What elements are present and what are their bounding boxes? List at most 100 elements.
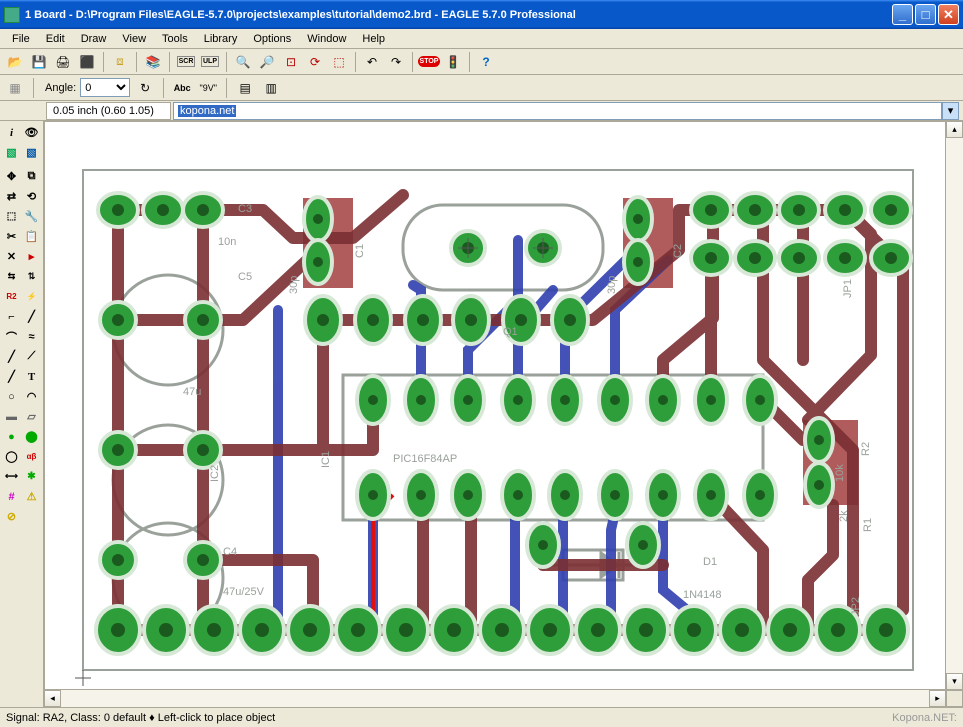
save-button[interactable]: 💾 [28, 51, 50, 73]
attribute-tool[interactable]: αβ [22, 447, 41, 466]
pcb-drawing: C3 10n C5 47u IC2 C4 47u/25V C1 30p 30p … [63, 150, 933, 690]
move-tool[interactable]: ✥ [2, 167, 21, 186]
ratsnest-tool[interactable]: ✱ [22, 467, 41, 486]
display-tool[interactable]: ▧ [2, 143, 21, 162]
wire-tool[interactable]: ╱ [2, 367, 21, 386]
errors-tool[interactable]: ⊘ [2, 507, 21, 526]
auto-tool[interactable]: # [2, 487, 21, 506]
scroll-left-button[interactable]: ◂ [44, 690, 61, 707]
signal-tool[interactable]: ⬤ [22, 427, 41, 446]
meander-tool[interactable]: ≈ [22, 327, 41, 346]
mirror-tool[interactable]: ⇄ [2, 187, 21, 206]
menu-help[interactable]: Help [354, 31, 393, 47]
print-button[interactable]: 🖨 [52, 51, 74, 73]
circle-tool[interactable]: ○ [2, 387, 21, 406]
undo-icon: ↶ [367, 55, 377, 69]
script-button[interactable]: SCR [175, 51, 197, 73]
menu-view[interactable]: View [114, 31, 154, 47]
arc-tool[interactable]: ◠ [22, 387, 41, 406]
show-tool[interactable]: 👁 [22, 123, 41, 142]
menu-draw[interactable]: Draw [73, 31, 115, 47]
ulp-button[interactable]: ULP [199, 51, 221, 73]
open-button[interactable]: 📂 [4, 51, 26, 73]
layout2-button[interactable]: ▥ [260, 77, 282, 99]
menu-edit[interactable]: Edit [38, 31, 73, 47]
split-tool[interactable]: ╱ [22, 307, 41, 326]
stop-button[interactable]: STOP [418, 51, 440, 73]
scroll-track[interactable] [61, 690, 929, 707]
close-button[interactable]: ✕ [938, 4, 959, 25]
text-button[interactable]: Abc [171, 77, 193, 99]
optimize-tool[interactable]: ⌒ [2, 327, 21, 346]
command-input[interactable]: kopona.net [173, 102, 942, 120]
pcb-canvas[interactable]: C3 10n C5 47u IC2 C4 47u/25V C1 30p 30p … [44, 121, 946, 690]
group-tool[interactable]: ⬚ [2, 207, 21, 226]
library-button[interactable]: 📚 [142, 51, 164, 73]
layout1-button[interactable]: ▤ [234, 77, 256, 99]
route-tool[interactable]: ╱ [2, 347, 21, 366]
vertical-scrollbar[interactable]: ▴ ▾ [946, 121, 963, 690]
ripup-icon: ⟋ [28, 350, 36, 363]
copy-tool[interactable]: ⧉ [22, 167, 41, 186]
menu-options[interactable]: Options [245, 31, 299, 47]
pinswap-tool[interactable]: ⇆ [2, 267, 21, 286]
text-tool[interactable]: T [22, 367, 41, 386]
layout2-icon: ▥ [266, 81, 277, 95]
ripup-tool[interactable]: ⟋ [22, 347, 41, 366]
menu-tools[interactable]: Tools [154, 31, 196, 47]
paste-tool[interactable]: 📋 [22, 227, 41, 246]
spin-button[interactable]: ↻ [134, 77, 156, 99]
scroll-track[interactable] [946, 138, 963, 673]
zoom-redraw-button[interactable]: ⟳ [304, 51, 326, 73]
menu-file[interactable]: File [4, 31, 38, 47]
cam-icon: ⬛ [80, 55, 95, 69]
zoom-in-button[interactable]: 🔍 [232, 51, 254, 73]
schematic-icon: ⧈ [116, 54, 124, 69]
minimize-button[interactable]: _ [892, 4, 913, 25]
zoom-out-button[interactable]: 🔎 [256, 51, 278, 73]
schematic-button[interactable]: ⧈ [109, 51, 131, 73]
info-tool[interactable]: i [2, 123, 21, 142]
redo-button[interactable]: ↷ [385, 51, 407, 73]
go-button[interactable]: 🚦 [442, 51, 464, 73]
watermark-text: Kopona.NET: [892, 712, 957, 724]
scroll-right-button[interactable]: ▸ [929, 690, 946, 707]
scroll-up-button[interactable]: ▴ [946, 121, 963, 138]
change-tool[interactable]: 🔧 [22, 207, 41, 226]
svg-text:D1: D1 [703, 556, 717, 568]
stop-icon: STOP [418, 56, 441, 67]
miter-tool[interactable]: ⌐ [2, 307, 21, 326]
horizontal-scrollbar[interactable]: ◂ ▸ [44, 690, 963, 707]
cam-button[interactable]: ⬛ [76, 51, 98, 73]
mark-tool[interactable]: ▧ [22, 143, 41, 162]
add-tool[interactable]: ▸ [22, 247, 41, 266]
command-dropdown[interactable]: ▾ [942, 102, 959, 120]
zoom-select-button[interactable]: ⬚ [328, 51, 350, 73]
scr-icon: SCR [177, 56, 196, 67]
polygon-tool[interactable]: ▱ [22, 407, 41, 426]
dimension-tool[interactable]: ⟷ [2, 467, 21, 486]
rotate-tool[interactable]: ⟲ [22, 187, 41, 206]
zoom-fit-button[interactable]: ⊡ [280, 51, 302, 73]
rect-tool[interactable]: ▬ [2, 407, 21, 426]
smash-tool[interactable]: ⚡ [22, 287, 41, 306]
angle-select[interactable]: 0 [80, 78, 130, 97]
value-button[interactable]: "9V" [197, 77, 219, 99]
menu-library[interactable]: Library [196, 31, 246, 47]
erc-tool[interactable]: ⚠ [22, 487, 41, 506]
hole-tool[interactable]: ◯ [2, 447, 21, 466]
grid-button[interactable]: ▦ [4, 77, 26, 99]
replace-tool[interactable]: ⇅ [22, 267, 41, 286]
undo-button[interactable]: ↶ [361, 51, 383, 73]
help-button[interactable]: ? [475, 51, 497, 73]
maximize-button[interactable]: □ [915, 4, 936, 25]
lock-tool[interactable]: R2 [2, 287, 21, 306]
via-tool[interactable]: ● [2, 427, 21, 446]
attr-icon: αβ [27, 452, 37, 461]
magnify-icon: ⟳ [310, 55, 320, 69]
svg-text:C4: C4 [223, 546, 237, 558]
cut-tool[interactable]: ✂ [2, 227, 21, 246]
scroll-down-button[interactable]: ▾ [946, 673, 963, 690]
menu-window[interactable]: Window [299, 31, 354, 47]
delete-tool[interactable]: ✕ [2, 247, 21, 266]
